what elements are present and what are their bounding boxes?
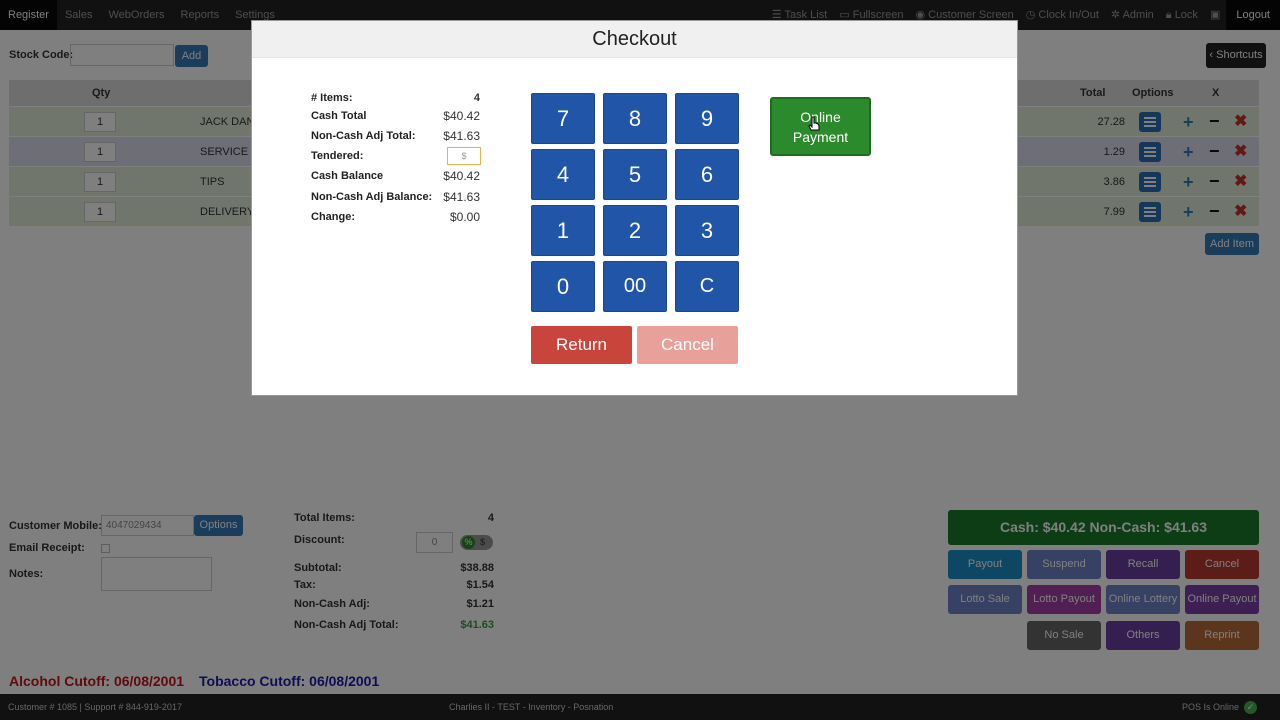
summary-label: Cash Balance [311, 170, 384, 182]
summary-label: # Items: [311, 92, 353, 104]
keypad-key-0[interactable]: 0 [531, 261, 595, 312]
keypad-key-00[interactable]: 00 [603, 261, 667, 312]
summary-label: Cash Total [311, 110, 367, 122]
keypad-key-6[interactable]: 6 [675, 149, 739, 200]
keypad-key-1[interactable]: 1 [531, 205, 595, 256]
summary-value: 4 [473, 92, 480, 104]
checkout-title: Checkout [252, 21, 1017, 58]
summary-value: $41.63 [443, 190, 480, 204]
keypad-key-2[interactable]: 2 [603, 205, 667, 256]
keypad-key-9[interactable]: 9 [675, 93, 739, 144]
summary-label: Tendered: [311, 150, 364, 162]
summary-value: $40.42 [443, 169, 480, 183]
keypad-key-8[interactable]: 8 [603, 93, 667, 144]
return-button[interactable]: Return [531, 326, 632, 364]
summary-value: $40.42 [443, 109, 480, 123]
keypad-key-4[interactable]: 4 [531, 149, 595, 200]
summary-label: Non-Cash Adj Total: [311, 130, 416, 142]
summary-label: Non-Cash Adj Balance: [311, 191, 433, 203]
keypad-key-3[interactable]: 3 [675, 205, 739, 256]
summary-label: Change: [311, 211, 355, 223]
checkout-modal: Checkout # Items: 4 Cash Total $40.42 Non-Ca… [251, 20, 1018, 396]
summary-value: $41.63 [443, 129, 480, 143]
keypad-key-c[interactable]: C [675, 261, 739, 312]
hand-cursor-icon [808, 116, 820, 131]
cancel-checkout-button[interactable]: Cancel [637, 326, 738, 364]
keypad-key-7[interactable]: 7 [531, 93, 595, 144]
tendered-input[interactable]: $ [447, 147, 481, 165]
summary-value: $0.00 [449, 210, 480, 224]
keypad-key-5[interactable]: 5 [603, 149, 667, 200]
online-payment-button[interactable]: Online Payment [770, 97, 871, 156]
